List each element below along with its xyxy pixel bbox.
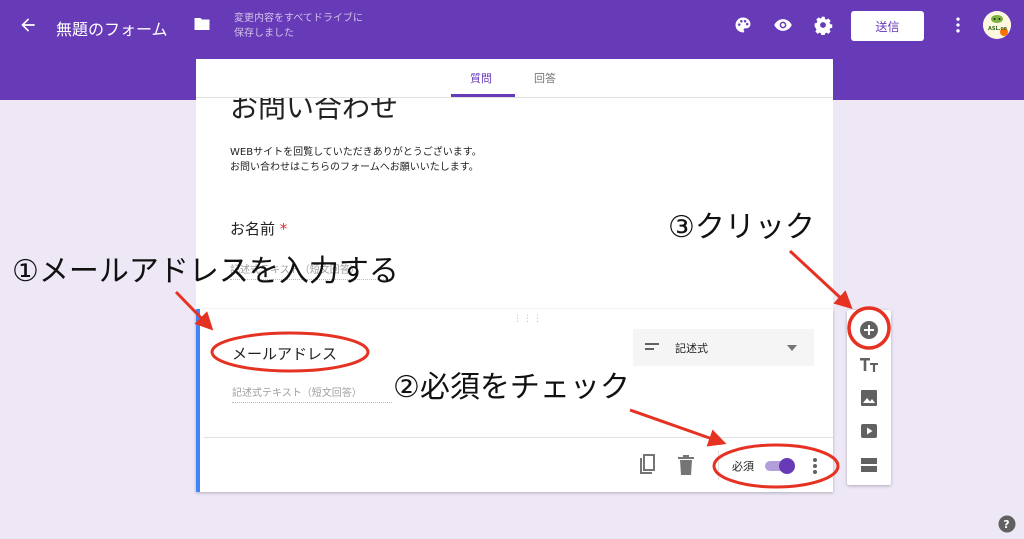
- drag-handle-icon[interactable]: ⋮⋮⋮: [513, 314, 543, 324]
- question-email-answer-placeholder: 記述式テキスト（短文回答）: [232, 384, 392, 403]
- title-text-icon[interactable]: [859, 355, 879, 375]
- gear-icon[interactable]: [813, 15, 833, 35]
- add-circle-icon[interactable]: [859, 320, 879, 340]
- video-icon[interactable]: [859, 421, 879, 441]
- svg-text:?: ?: [1003, 518, 1009, 531]
- form-description-line1: WEBサイトを回覧していただきありがとうございます。: [230, 147, 482, 158]
- card-divider: [204, 437, 833, 438]
- question-email-title[interactable]: メールアドレス: [232, 343, 337, 364]
- form-description-line2: お問い合わせはこちらのフォームへお願いいたします。: [230, 162, 479, 173]
- save-status-line2: 保存しました: [234, 28, 294, 39]
- form-document-title[interactable]: 無題のフォーム: [56, 16, 168, 40]
- more-vert-icon[interactable]: [806, 455, 824, 477]
- avatar-text: ASL.co: [988, 26, 1008, 32]
- more-vert-icon[interactable]: [948, 15, 968, 35]
- active-tab-indicator: [451, 94, 515, 97]
- save-status: 変更内容をすべてドライブに 保存しました: [234, 11, 384, 41]
- required-label: 必須: [732, 460, 754, 473]
- save-status-line1: 変更内容をすべてドライブに: [234, 13, 363, 24]
- required-star: *: [279, 220, 288, 238]
- annotation-step3: ③クリック: [668, 210, 815, 245]
- question-type-label: 記述式: [675, 342, 708, 355]
- annotation-step1: ①メールアドレスを入力する: [12, 254, 399, 289]
- required-toggle[interactable]: [763, 456, 797, 476]
- short-text-icon: [645, 343, 659, 350]
- send-button[interactable]: 送信: [851, 11, 924, 41]
- section-icon[interactable]: [859, 455, 879, 475]
- tab-questions[interactable]: 質問: [470, 70, 492, 86]
- trash-icon[interactable]: [677, 454, 695, 476]
- image-icon[interactable]: [859, 388, 879, 408]
- question-name-text: お名前: [230, 220, 276, 238]
- question-name-label[interactable]: お名前 *: [230, 218, 287, 239]
- help-icon[interactable]: ?: [998, 515, 1016, 533]
- annotation-step2: ②必須をチェック: [393, 370, 630, 405]
- palette-icon[interactable]: [733, 15, 753, 35]
- chevron-down-icon: [787, 345, 797, 351]
- toolbar-separator: [718, 450, 719, 480]
- form-description[interactable]: WEBサイトを回覧していただきありがとうございます。 お問い合わせはこちらのフォ…: [230, 145, 482, 175]
- add-items-toolbar: [847, 310, 891, 485]
- folder-icon[interactable]: [193, 16, 211, 32]
- copy-icon[interactable]: [637, 454, 657, 476]
- avatar[interactable]: ASL.co: [983, 11, 1011, 39]
- form-tabs: 質問 回答: [196, 59, 833, 98]
- form-title[interactable]: お問い合わせ: [230, 98, 398, 126]
- eye-icon[interactable]: [773, 15, 793, 35]
- avatar-image: ASL.co: [983, 11, 1011, 39]
- tab-responses[interactable]: 回答: [534, 70, 556, 86]
- arrow-left-icon[interactable]: [18, 15, 38, 35]
- question-type-select[interactable]: 記述式: [633, 329, 814, 366]
